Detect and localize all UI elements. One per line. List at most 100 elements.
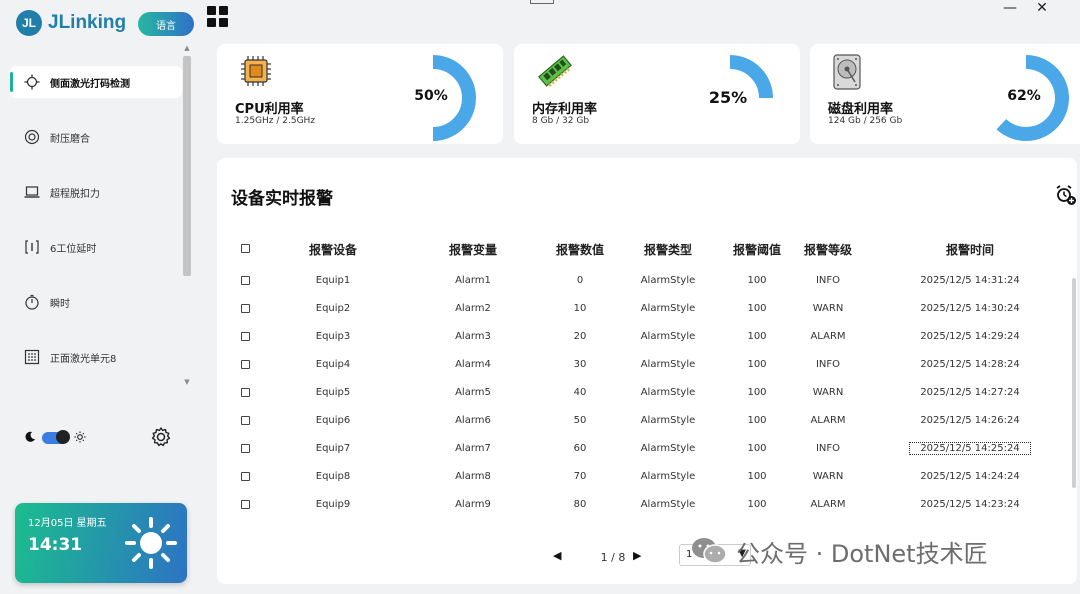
weather-card: 12月05日 星期五 14:31 bbox=[15, 503, 187, 583]
cell-variable: Alarm6 bbox=[455, 415, 491, 426]
cell-value: 30 bbox=[573, 359, 587, 370]
next-page-icon[interactable]: ▶ bbox=[633, 549, 641, 562]
cell-time: 2025/12/5 14:29:24 bbox=[920, 331, 1020, 342]
prev-page-icon[interactable]: ◀ bbox=[553, 549, 561, 562]
scroll-down-icon[interactable]: ▼ bbox=[181, 378, 193, 386]
cpu-gauge bbox=[432, 55, 476, 141]
row-checkbox[interactable] bbox=[241, 360, 250, 369]
table-row[interactable]: Equip9 Alarm9 80 AlarmStyle 100 ALARM 2025/12/… bbox=[217, 491, 1077, 519]
cell-level: ALARM bbox=[810, 499, 846, 510]
row-checkbox[interactable] bbox=[241, 388, 250, 397]
column-header-device[interactable]: 报警设备 bbox=[283, 241, 383, 258]
gauge-arc bbox=[432, 55, 476, 141]
cell-time: 2025/12/5 14:30:24 bbox=[920, 303, 1020, 314]
sidebar-item-side-laser[interactable]: 侧面激光打码检测 bbox=[10, 66, 182, 98]
cell-type: AlarmStyle bbox=[640, 275, 696, 286]
cell-time: 2025/12/5 14:31:24 bbox=[920, 275, 1020, 286]
language-button[interactable]: 语言 bbox=[138, 12, 194, 36]
table-row[interactable]: Equip2 Alarm2 10 AlarmStyle 100 WARN 2025/12/5… bbox=[217, 295, 1077, 323]
sidebar-item-instant[interactable]: 瞬时 bbox=[10, 286, 182, 318]
memory-card: 内存利用率 8 Gb / 32 Gb 25% bbox=[514, 44, 800, 144]
cell-variable: Alarm7 bbox=[455, 443, 491, 454]
cell-time: 2025/12/5 14:23:24 bbox=[920, 499, 1020, 510]
disk-card: 磁盘利用率 124 Gb / 256 Gb 62% bbox=[810, 44, 1080, 144]
theme-toggle[interactable] bbox=[42, 429, 70, 444]
cell-type: AlarmStyle bbox=[640, 471, 696, 482]
cell-type: AlarmStyle bbox=[640, 387, 696, 398]
card-title: 内存利用率 bbox=[532, 102, 598, 117]
cell-value: 0 bbox=[576, 275, 584, 286]
card-subtitle: 1.25GHz / 2.5GHz bbox=[235, 116, 316, 126]
scroll-up-icon[interactable]: ▲ bbox=[181, 44, 193, 52]
memory-gauge bbox=[729, 55, 773, 99]
cell-value: 50 bbox=[573, 415, 587, 426]
card-subtitle: 8 Gb / 32 Gb bbox=[532, 116, 590, 126]
cell-value: 80 bbox=[573, 499, 587, 510]
row-checkbox[interactable] bbox=[241, 276, 250, 285]
cell-type: AlarmStyle bbox=[640, 499, 696, 510]
card-subtitle: 124 Gb / 256 Gb bbox=[828, 116, 903, 126]
scrollbar-thumb[interactable] bbox=[183, 56, 191, 276]
cell-type: AlarmStyle bbox=[640, 331, 696, 342]
cell-time: 2025/12/5 14:25:24 bbox=[909, 442, 1031, 455]
sidebar-item-label: 6工位延时 bbox=[50, 243, 97, 255]
table-row[interactable]: Equip5 Alarm5 40 AlarmStyle 100 WARN 2025/12/5… bbox=[217, 379, 1077, 407]
column-header-value[interactable]: 报警数值 bbox=[530, 241, 630, 258]
sidebar-item-pressure[interactable]: 耐压磨合 bbox=[10, 121, 182, 153]
cell-variable: Alarm1 bbox=[455, 275, 491, 286]
theme-switcher bbox=[24, 428, 86, 447]
card-title: 磁盘利用率 bbox=[828, 102, 894, 117]
minimize-icon[interactable]: — bbox=[1000, 0, 1020, 16]
select-all-checkbox[interactable] bbox=[241, 244, 250, 253]
table-row[interactable]: Equip1 Alarm1 0 AlarmStyle 100 INFO 2025/12/5 … bbox=[217, 267, 1077, 295]
cell-level: INFO bbox=[815, 443, 841, 454]
cell-time: 2025/12/5 14:26:24 bbox=[920, 415, 1020, 426]
table-scrollbar[interactable] bbox=[1072, 278, 1076, 488]
cell-device: Equip5 bbox=[315, 387, 351, 398]
row-checkbox[interactable] bbox=[241, 472, 250, 481]
stopwatch-icon bbox=[22, 292, 42, 312]
column-header-time[interactable]: 报警时间 bbox=[910, 241, 1030, 258]
table-row[interactable]: Equip6 Alarm6 50 AlarmStyle 100 ALARM 2025/12/… bbox=[217, 407, 1077, 435]
crosshair-icon bbox=[22, 72, 42, 92]
gauge-icon bbox=[22, 127, 42, 147]
table-row[interactable]: Equip7 Alarm7 60 AlarmStyle 100 INFO 2025/12/5… bbox=[217, 435, 1077, 463]
table-row[interactable]: Equip8 Alarm8 70 AlarmStyle 100 WARN 2025/12/5… bbox=[217, 463, 1077, 491]
cell-level: INFO bbox=[815, 359, 841, 370]
cell-type: AlarmStyle bbox=[640, 443, 696, 454]
sidebar-item-front-laser[interactable]: 正面激光单元8 bbox=[10, 341, 182, 373]
cell-type: AlarmStyle bbox=[640, 303, 696, 314]
cell-level: ALARM bbox=[810, 331, 846, 342]
sidebar-scrollbar[interactable]: ▲ ▼ bbox=[181, 44, 193, 386]
row-checkbox[interactable] bbox=[241, 500, 250, 509]
sidebar-item-overtravel[interactable]: 超程脱扣力 bbox=[10, 176, 182, 208]
cell-device: Equip1 bbox=[315, 275, 351, 286]
row-checkbox[interactable] bbox=[241, 416, 250, 425]
table-row[interactable]: Equip3 Alarm3 20 AlarmStyle 100 ALARM 2025/12/… bbox=[217, 323, 1077, 351]
cell-device: Equip9 bbox=[315, 499, 351, 510]
close-icon[interactable]: ✕ bbox=[1032, 0, 1052, 16]
column-header-type[interactable]: 报警类型 bbox=[618, 241, 718, 258]
row-checkbox[interactable] bbox=[241, 304, 250, 313]
moon-icon bbox=[24, 428, 36, 447]
sidebar-item-label: 耐压磨合 bbox=[50, 133, 90, 145]
cell-value: 10 bbox=[573, 303, 587, 314]
cell-level: WARN bbox=[812, 303, 844, 314]
sidebar-item-6-station[interactable]: 6工位延时 bbox=[10, 231, 182, 263]
cell-device: Equip3 bbox=[315, 331, 351, 342]
table-row[interactable]: Equip4 Alarm4 30 AlarmStyle 100 INFO 2025/12/5… bbox=[217, 351, 1077, 379]
sun-small-icon bbox=[74, 428, 86, 447]
column-header-variable[interactable]: 报警变量 bbox=[423, 241, 523, 258]
sun-icon bbox=[123, 515, 179, 575]
laptop-icon bbox=[22, 182, 42, 202]
gear-icon[interactable] bbox=[150, 426, 172, 452]
cell-time: 2025/12/5 14:27:24 bbox=[920, 387, 1020, 398]
bracket-icon bbox=[22, 237, 42, 257]
column-header-level[interactable]: 报警等级 bbox=[778, 241, 878, 258]
sidebar-nav: 侧面激光打码检测 耐压磨合 超程脱扣力 6工位延时 瞬时 正面激光单元8 bbox=[10, 66, 182, 396]
row-checkbox[interactable] bbox=[241, 332, 250, 341]
apps-grid-icon[interactable] bbox=[207, 6, 229, 28]
weather-time: 14:31 bbox=[28, 535, 83, 555]
row-checkbox[interactable] bbox=[241, 444, 250, 453]
alarm-clock-add-icon[interactable] bbox=[1055, 184, 1077, 210]
